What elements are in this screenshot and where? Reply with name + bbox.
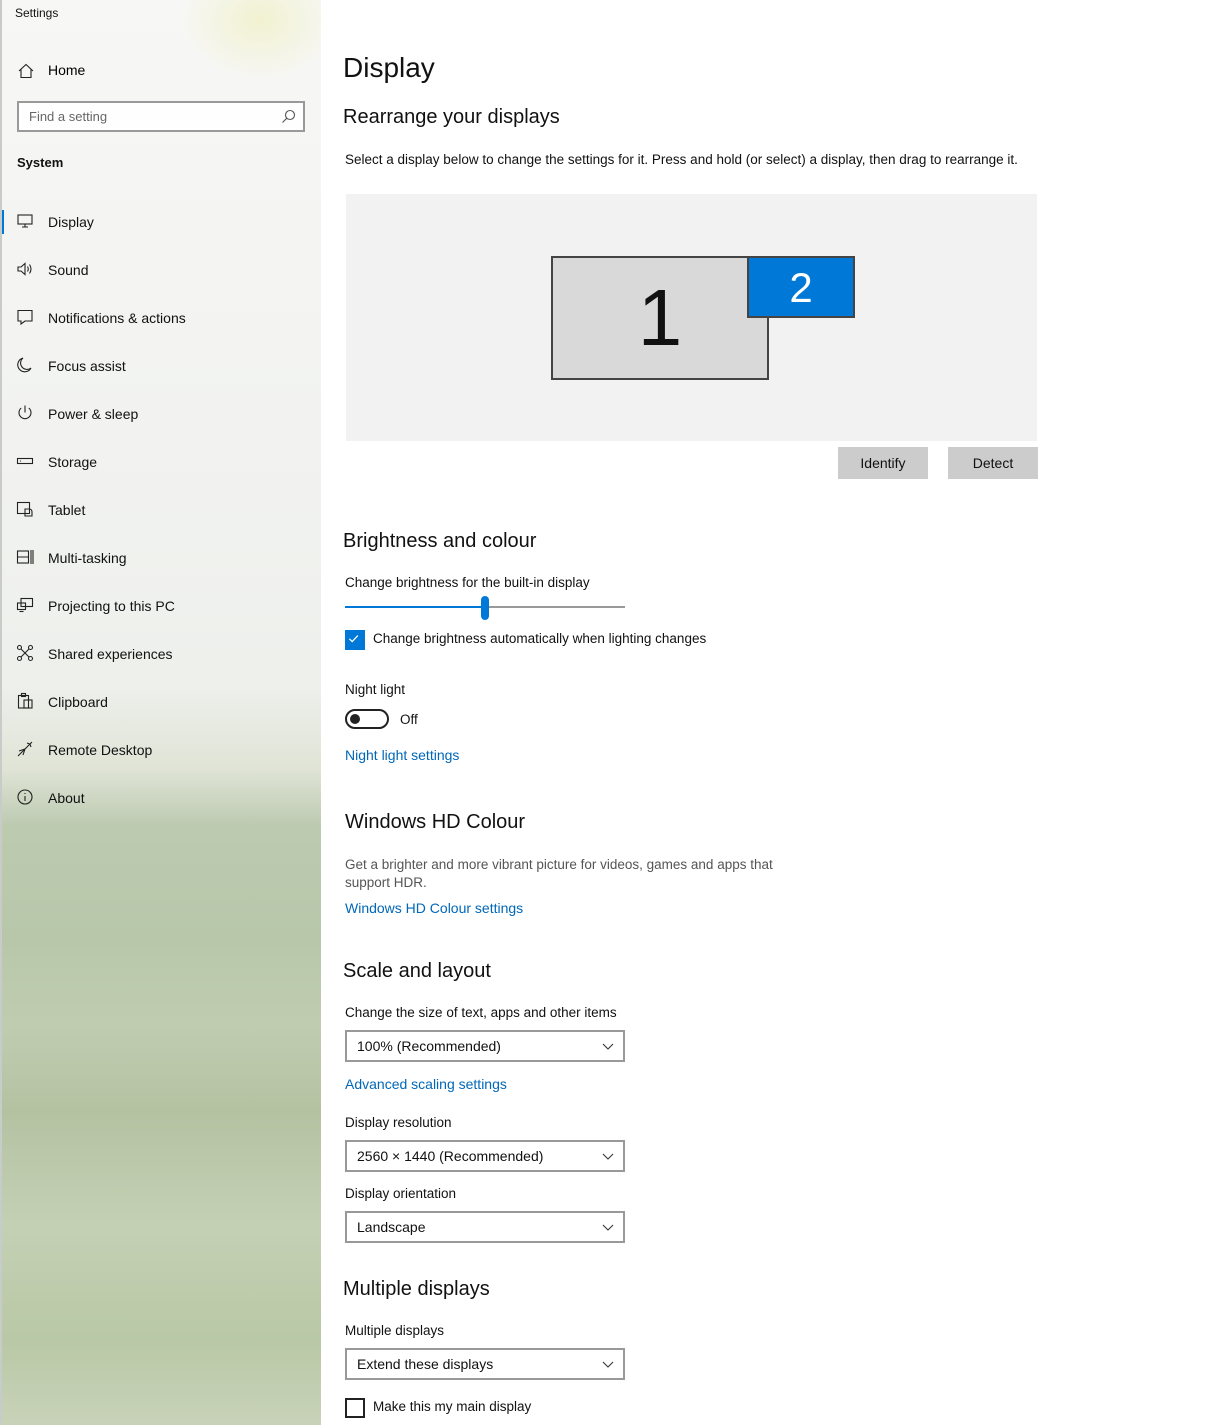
home-label: Home <box>48 62 86 78</box>
hd-colour-description-line1: Get a brighter and more vibrant picture … <box>345 857 773 872</box>
identify-button[interactable]: Identify <box>838 447 928 479</box>
resolution-dropdown[interactable]: 2560 × 1440 (Recommended) <box>345 1140 625 1172</box>
sidebar-item-label: Shared experiences <box>48 646 173 662</box>
sidebar-item-label: About <box>48 790 85 806</box>
auto-brightness-label: Change brightness automatically when lig… <box>373 631 707 646</box>
sidebar-item-focus-assist[interactable]: Focus assist <box>0 342 321 390</box>
speaker-icon <box>16 260 34 278</box>
display-2-tile[interactable]: 2 <box>747 256 855 318</box>
scale-heading: Scale and layout <box>343 960 491 982</box>
tablet-icon <box>16 500 34 518</box>
chevron-down-icon <box>602 1043 614 1050</box>
hd-colour-description-line2: support HDR. <box>345 875 427 890</box>
orientation-value: Landscape <box>357 1219 426 1235</box>
multiple-displays-dropdown[interactable]: Extend these displays <box>345 1348 625 1380</box>
sidebar-item-projecting[interactable]: Projecting to this PC <box>0 582 321 630</box>
sidebar-item-tablet[interactable]: Tablet <box>0 486 321 534</box>
section-label-system: System <box>17 155 64 170</box>
brightness-slider-thumb[interactable] <box>481 596 489 620</box>
display-2-number: 2 <box>789 264 813 311</box>
advanced-scaling-link[interactable]: Advanced scaling settings <box>345 1076 507 1092</box>
search-box[interactable] <box>17 101 305 132</box>
remote-desktop-icon <box>16 740 34 758</box>
sidebar-item-multitasking[interactable]: Multi-tasking <box>0 534 321 582</box>
sidebar-item-label: Sound <box>48 262 89 278</box>
orientation-label: Display orientation <box>345 1186 457 1201</box>
orientation-dropdown[interactable]: Landscape <box>345 1211 625 1243</box>
storage-icon <box>16 452 34 470</box>
clipboard-icon <box>16 692 34 710</box>
display-1-tile[interactable]: 1 <box>551 256 769 380</box>
sidebar-item-notifications[interactable]: Notifications & actions <box>0 294 321 342</box>
sidebar-item-sound[interactable]: Sound <box>0 246 321 294</box>
scale-size-value: 100% (Recommended) <box>357 1038 501 1054</box>
scale-size-label: Change the size of text, apps and other … <box>345 1005 617 1020</box>
main-content: Display Rearrange your displays Select a… <box>321 0 1230 1425</box>
home-icon <box>17 62 35 80</box>
brightness-slider-label: Change brightness for the built-in displ… <box>345 575 590 590</box>
sidebar-item-label: Display <box>48 214 94 230</box>
info-icon <box>16 788 34 806</box>
sidebar-item-shared-experiences[interactable]: Shared experiences <box>0 630 321 678</box>
brightness-heading: Brightness and colour <box>343 530 537 552</box>
sidebar-item-label: Clipboard <box>48 694 108 710</box>
chevron-down-icon <box>602 1224 614 1231</box>
sidebar-item-storage[interactable]: Storage <box>0 438 321 486</box>
hd-colour-heading: Windows HD Colour <box>345 811 526 833</box>
hd-colour-settings-link[interactable]: Windows HD Colour settings <box>345 900 523 916</box>
sidebar-item-label: Tablet <box>48 502 86 518</box>
search-icon[interactable] <box>281 109 296 124</box>
auto-brightness-checkbox[interactable] <box>345 630 365 650</box>
shared-experiences-icon <box>16 644 34 662</box>
night-light-toggle[interactable] <box>345 709 389 729</box>
night-light-settings-link[interactable]: Night light settings <box>345 747 459 763</box>
brightness-slider-fill <box>345 606 485 608</box>
sidebar-item-label: Power & sleep <box>48 406 139 422</box>
rearrange-description: Select a display below to change the set… <box>345 152 1018 167</box>
display-arrangement-area[interactable]: 1 2 <box>346 194 1037 441</box>
detect-button[interactable]: Detect <box>948 447 1038 479</box>
toggle-knob <box>350 714 360 724</box>
home-nav-item[interactable]: Home <box>0 52 321 88</box>
moon-icon <box>16 356 34 374</box>
power-icon <box>16 404 34 422</box>
sidebar-item-power-sleep[interactable]: Power & sleep <box>0 390 321 438</box>
multitasking-icon <box>16 548 34 566</box>
sidebar-item-label: Multi-tasking <box>48 550 127 566</box>
resolution-label: Display resolution <box>345 1115 452 1130</box>
search-input[interactable] <box>19 103 269 130</box>
notification-icon <box>16 308 34 326</box>
display-1-number: 1 <box>637 273 683 362</box>
checkmark-icon <box>348 635 359 643</box>
sidebar-item-label: Projecting to this PC <box>48 598 175 614</box>
projecting-icon <box>16 596 34 614</box>
rearrange-heading: Rearrange your displays <box>343 106 560 128</box>
sidebar-item-about[interactable]: About <box>0 774 321 822</box>
sidebar: Settings Home System Display Sound <box>0 0 321 1425</box>
monitor-icon <box>16 212 34 230</box>
sidebar-item-label: Storage <box>48 454 98 470</box>
resolution-value: 2560 × 1440 (Recommended) <box>357 1148 544 1164</box>
sidebar-item-label: Notifications & actions <box>48 310 186 326</box>
chevron-down-icon <box>602 1153 614 1160</box>
sidebar-nav-list: Display Sound Notifications & actions Fo… <box>0 198 321 822</box>
night-light-label: Night light <box>345 682 406 697</box>
app-title: Settings <box>15 6 59 20</box>
main-display-label: Make this my main display <box>373 1399 532 1414</box>
sidebar-item-display[interactable]: Display <box>0 198 321 246</box>
main-display-checkbox[interactable] <box>345 1398 365 1418</box>
multiple-displays-value: Extend these displays <box>357 1356 494 1372</box>
page-title: Display <box>343 52 435 83</box>
chevron-down-icon <box>602 1361 614 1368</box>
multiple-displays-label: Multiple displays <box>345 1323 445 1338</box>
sidebar-item-clipboard[interactable]: Clipboard <box>0 678 321 726</box>
sidebar-item-label: Remote Desktop <box>48 742 153 758</box>
multiple-displays-heading: Multiple displays <box>343 1278 490 1300</box>
sidebar-item-label: Focus assist <box>48 358 126 374</box>
sidebar-item-remote-desktop[interactable]: Remote Desktop <box>0 726 321 774</box>
scale-size-dropdown[interactable]: 100% (Recommended) <box>345 1030 625 1062</box>
night-light-state: Off <box>400 712 418 727</box>
